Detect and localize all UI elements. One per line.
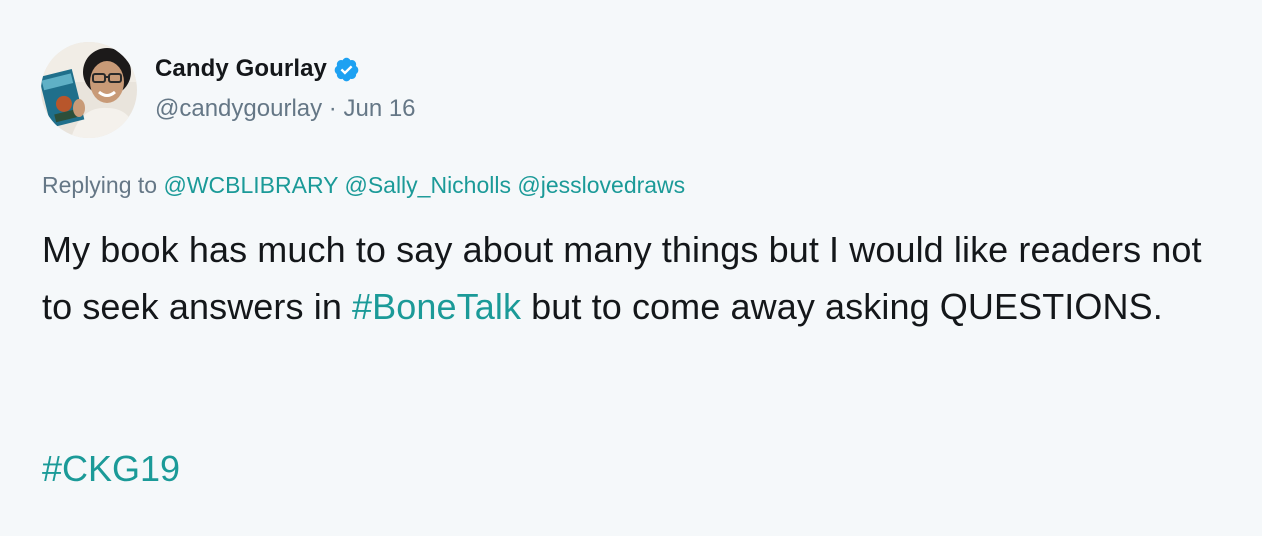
mention-link[interactable]: @WCBLIBRARY: [163, 172, 338, 198]
author-display-name[interactable]: Candy Gourlay: [155, 55, 327, 83]
author-row: Candy Gourlay: [155, 54, 360, 84]
tweet-text-part: but to come away asking QUESTIONS.: [521, 286, 1163, 327]
avatar[interactable]: [41, 42, 137, 138]
hashtag-line: #CKG19: [42, 440, 180, 497]
hashtag-link[interactable]: #BoneTalk: [352, 286, 521, 327]
tweet-text: My book has much to say about many thing…: [42, 221, 1232, 335]
verified-badge-icon: [333, 56, 360, 83]
author-handle[interactable]: @candygourlay: [155, 95, 322, 122]
mention-link[interactable]: @jesslovedraws: [517, 172, 685, 198]
tweet-date[interactable]: Jun 16: [343, 95, 415, 122]
author-meta: @candygourlay · Jun 16: [155, 95, 416, 123]
avatar-image: [41, 42, 137, 138]
meta-separator: ·: [328, 95, 337, 122]
replying-to: Replying to @WCBLIBRARY @Sally_Nicholls …: [42, 172, 685, 199]
replying-to-label: Replying to: [42, 172, 158, 198]
mention-link[interactable]: @Sally_Nicholls: [344, 172, 511, 198]
tweet-card: Candy Gourlay @candygourlay · Jun 16 Rep…: [0, 0, 1262, 536]
hashtag-link[interactable]: #CKG19: [42, 448, 180, 489]
